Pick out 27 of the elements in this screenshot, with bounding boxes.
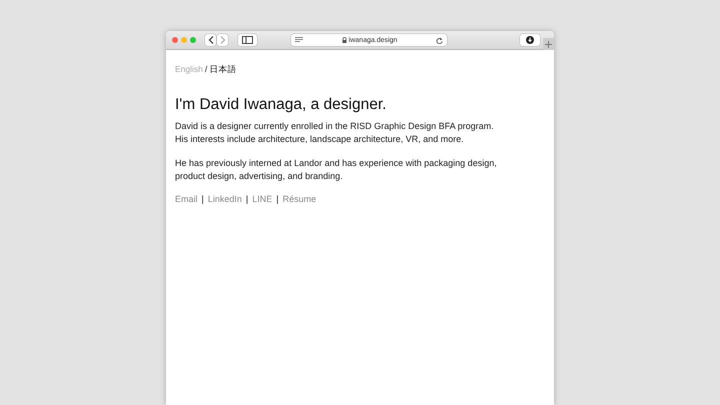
language-link[interactable]: English: [175, 64, 203, 76]
new-tab-button[interactable]: [543, 38, 554, 50]
zoom-button[interactable]: [190, 37, 196, 43]
contact-link[interactable]: Résume: [282, 194, 316, 204]
chevron-right-icon: [220, 36, 226, 44]
reload-icon[interactable]: [436, 36, 443, 44]
back-button[interactable]: [205, 34, 216, 46]
download-icon: [526, 36, 534, 44]
contact-link[interactable]: Email: [175, 194, 198, 204]
separator: /: [204, 64, 208, 76]
plus-icon: [545, 40, 552, 48]
separator: |: [276, 194, 279, 204]
language-link[interactable]: 日本語: [209, 64, 236, 76]
download-button[interactable]: [520, 34, 540, 46]
reader-icon[interactable]: [295, 37, 303, 43]
contact-link[interactable]: LinkedIn: [208, 194, 242, 204]
close-button[interactable]: [172, 37, 178, 43]
contact-link[interactable]: LINE: [252, 194, 272, 204]
sidebar-icon: [242, 36, 253, 44]
paragraph: David is a designer currently enrolled in the RISD Graphic Design BFA program. His interests include architecture, landscape architecture, VR, and more.: [175, 120, 495, 145]
paragraph: He has previously interned at Landor and has experience with packaging design, product design, advertising, and branding.: [175, 157, 498, 182]
separator: |: [202, 194, 204, 204]
chevron-left-icon: [208, 36, 214, 44]
separator: |: [246, 194, 248, 204]
lock-icon: [342, 37, 347, 43]
heading: I'm David Iwanaga, a designer.: [175, 96, 388, 114]
sidebar-button[interactable]: [238, 34, 257, 46]
